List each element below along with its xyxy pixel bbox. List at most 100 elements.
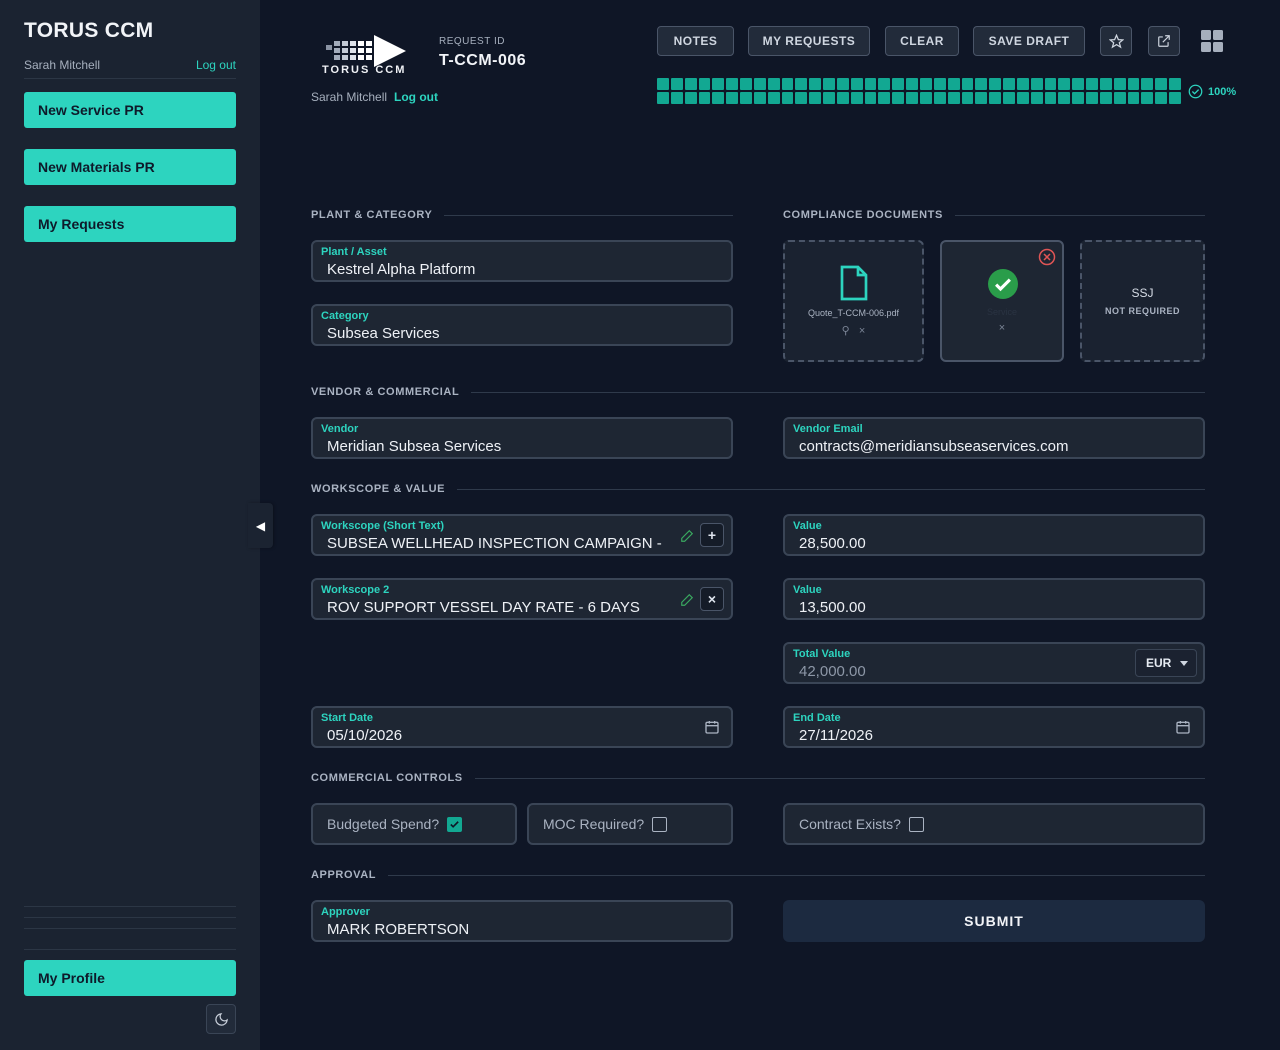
progress-segment <box>1003 92 1015 104</box>
my-requests-button[interactable]: MY REQUESTS <box>748 26 870 56</box>
progress-segment <box>1127 92 1140 104</box>
pencil-icon[interactable] <box>680 529 694 543</box>
moc-required-checkbox[interactable]: MOC Required? <box>527 803 733 845</box>
ssj-document-card[interactable]: SSJ NOT REQUIRED <box>1080 240 1205 362</box>
value-field-1[interactable]: Value 28,500.00 <box>783 514 1205 556</box>
progress-segment <box>1169 78 1181 90</box>
progress-segment <box>975 78 988 90</box>
progress-segment <box>1030 78 1043 90</box>
chevron-down-icon <box>1180 661 1188 666</box>
value-field-2[interactable]: Value 13,500.00 <box>783 578 1205 620</box>
progress-segment <box>1044 78 1057 90</box>
favorite-button[interactable] <box>1100 26 1132 56</box>
vendor-field[interactable]: Vendor Meridian Subsea Services <box>311 417 733 459</box>
remove-icon[interactable]: × <box>999 322 1005 334</box>
budgeted-spend-checkbox[interactable]: Budgeted Spend? <box>311 803 517 845</box>
remove-workscope-button[interactable]: × <box>700 587 724 611</box>
clear-button[interactable]: CLEAR <box>885 26 959 56</box>
progress-segment <box>961 78 974 90</box>
progress-segment <box>947 78 960 90</box>
moon-icon <box>214 1012 228 1026</box>
progress-segment <box>1141 92 1154 104</box>
progress-segment <box>1058 78 1071 90</box>
add-workscope-button[interactable]: + <box>700 523 724 547</box>
progress-segment <box>1030 92 1043 104</box>
plant-asset-field[interactable]: Plant / Asset Kestrel Alpha Platform <box>311 240 733 282</box>
header-logout-link[interactable]: Log out <box>394 90 438 104</box>
progress-segment <box>1044 92 1057 104</box>
progress-segment <box>1016 78 1029 90</box>
theme-toggle-button[interactable] <box>206 1004 236 1034</box>
progress-segment <box>1113 78 1126 90</box>
save-draft-button[interactable]: SAVE DRAFT <box>973 26 1085 56</box>
sidebar-logout-link[interactable]: Log out <box>196 58 236 72</box>
workscope-short-text-field[interactable]: Workscope (Short Text) SUBSEA WELLHEAD I… <box>311 514 733 556</box>
checkbox-checked-icon <box>447 816 463 832</box>
progress-segment <box>795 78 808 90</box>
progress-segment <box>795 92 808 104</box>
section-plant-category: PLANT & CATEGORY <box>311 209 733 221</box>
progress-segment <box>753 78 766 90</box>
service-doc-label: Service <box>986 307 1017 317</box>
workscope-2-field[interactable]: Workscope 2 ROV SUPPORT VESSEL DAY RATE … <box>311 578 733 620</box>
progress-segment <box>1072 78 1085 90</box>
progress-segment <box>1086 92 1098 104</box>
approver-field[interactable]: Approver MARK ROBERTSON <box>311 900 733 942</box>
end-date-field[interactable]: End Date 27/11/2026 <box>783 706 1205 748</box>
submit-button[interactable]: SUBMIT <box>783 900 1205 942</box>
sidebar-divider <box>24 928 236 929</box>
progress-segment <box>850 78 863 90</box>
quote-document-card[interactable]: Quote_T-CCM-006.pdf ⚲ × <box>783 240 924 362</box>
progress-segment <box>712 78 725 90</box>
progress-segment <box>809 92 822 104</box>
progress-segment <box>712 92 725 104</box>
header-user-name: Sarah Mitchell <box>311 90 388 104</box>
progress-segment <box>1099 78 1112 90</box>
file-icon <box>840 265 868 301</box>
new-service-pr-button[interactable]: New Service PR <box>24 92 236 128</box>
progress-segment <box>670 78 683 90</box>
remove-icon[interactable]: × <box>859 325 865 337</box>
sidebar-user-name: Sarah Mitchell <box>24 58 101 72</box>
progress-segment <box>836 92 849 104</box>
check-circle-icon <box>988 269 1018 299</box>
progress-segment <box>906 92 918 104</box>
checkbox-empty-icon <box>652 816 668 832</box>
sidebar-divider <box>24 949 236 950</box>
progress-segment <box>892 78 905 90</box>
progress-segment <box>1072 92 1085 104</box>
progress-segment <box>823 92 835 104</box>
open-external-button[interactable] <box>1148 26 1180 56</box>
apps-grid-icon[interactable] <box>1200 29 1224 53</box>
my-profile-button[interactable]: My Profile <box>24 960 236 996</box>
vendor-email-field[interactable]: Vendor Email contracts@meridiansubseaser… <box>783 417 1205 459</box>
delete-circle-icon[interactable] <box>1038 248 1056 266</box>
progress-segment <box>933 92 946 104</box>
progress-segment <box>809 78 822 90</box>
calendar-icon[interactable] <box>704 719 720 735</box>
plus-icon: + <box>707 527 717 543</box>
progress-segment <box>919 78 932 90</box>
progress-bar <box>657 78 1181 104</box>
progress-segment <box>1003 78 1015 90</box>
sidebar-collapse-button[interactable]: ◀ <box>248 503 273 548</box>
progress-segment <box>906 78 918 90</box>
new-materials-pr-button[interactable]: New Materials PR <box>24 149 236 185</box>
start-date-field[interactable]: Start Date 05/10/2026 <box>311 706 733 748</box>
progress-segment <box>919 92 932 104</box>
currency-select[interactable]: EUR <box>1135 649 1197 677</box>
category-field[interactable]: Category Subsea Services <box>311 304 733 346</box>
progress-segment <box>836 78 849 90</box>
notes-button[interactable]: NOTES <box>657 26 734 56</box>
contract-exists-checkbox[interactable]: Contract Exists? <box>783 803 1205 845</box>
pencil-icon[interactable] <box>680 593 694 607</box>
progress-segment <box>781 92 794 104</box>
view-icon[interactable]: ⚲ <box>842 325 850 337</box>
progress-segment <box>753 92 766 104</box>
progress-segment <box>989 78 1002 90</box>
my-requests-nav-button[interactable]: My Requests <box>24 206 236 242</box>
progress-segment <box>961 92 974 104</box>
service-document-card[interactable]: Service × <box>940 240 1064 362</box>
calendar-icon[interactable] <box>1175 719 1191 735</box>
progress-segment <box>698 78 711 90</box>
